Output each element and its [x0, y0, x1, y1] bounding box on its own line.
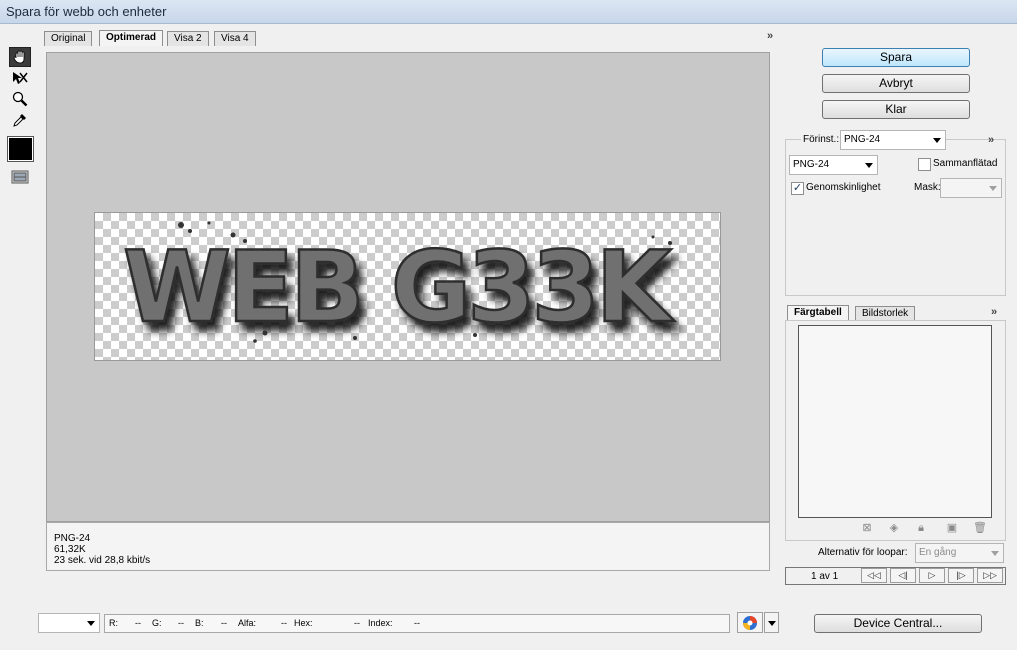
transparency-checkbox[interactable]: ✓ [791, 182, 804, 195]
save-button[interactable]: Spara [822, 48, 970, 67]
interlaced-label: Sammanflätad [933, 158, 998, 169]
tab-optimized[interactable]: Optimerad [99, 30, 164, 46]
r-value: -- [135, 618, 141, 628]
r-label: R: [109, 618, 118, 628]
preview-browser-button[interactable] [737, 612, 763, 633]
transparency-label: Genomskinlighet [806, 182, 881, 193]
preset-dropdown[interactable]: PNG-24 [840, 130, 946, 150]
slice-select-icon [13, 72, 28, 84]
optimize-menu-icon[interactable]: » [988, 134, 994, 146]
g-label: G: [152, 618, 162, 628]
zoom-icon [12, 91, 28, 107]
matte-dropdown[interactable] [940, 178, 1002, 198]
eyedropper-icon [13, 114, 26, 127]
map-transparent-icon[interactable]: ⊠ [861, 522, 873, 534]
chevron-down-icon [989, 186, 997, 191]
interlaced-checkbox[interactable] [918, 158, 931, 171]
chevron-down-icon [87, 621, 95, 626]
play-button[interactable]: ▷ [919, 568, 945, 583]
hand-tool[interactable] [9, 47, 31, 67]
hex-label: Hex: [294, 618, 313, 628]
eyedropper-tool[interactable] [9, 110, 31, 130]
slice-select-tool[interactable] [9, 68, 31, 88]
preset-value: PNG-24 [844, 134, 881, 145]
chevron-down-icon [865, 163, 873, 168]
title-bar: Spara för webb och enheter [0, 0, 1017, 24]
tab-4-up[interactable]: Visa 4 [214, 31, 256, 46]
index-value: -- [414, 618, 420, 628]
matte-label: Mask: [914, 182, 941, 193]
image-artwork: WEB G33K [122, 221, 680, 346]
image-text: WEB G33K [123, 231, 675, 345]
optimization-info: PNG-24 61,32K 23 sek. vid 28,8 kbit/s [46, 522, 770, 571]
color-readout: R: -- G: -- B: -- Alfa: -- Hex: -- Index… [104, 614, 730, 633]
zoom-tool[interactable] [9, 89, 31, 109]
device-central-button[interactable]: Device Central... [814, 614, 982, 633]
eyedropper-color-swatch[interactable] [7, 136, 34, 162]
loop-dropdown[interactable]: En gång [915, 543, 1004, 563]
color-table-menu-icon[interactable]: » [991, 306, 997, 318]
first-frame-button[interactable]: ◁◁ [861, 568, 887, 583]
b-value: -- [221, 618, 227, 628]
next-frame-button[interactable]: |▷ [948, 568, 974, 583]
last-frame-button[interactable]: ▷▷ [977, 568, 1003, 583]
format-dropdown[interactable]: PNG-24 [789, 155, 878, 175]
loop-value: En gång [919, 547, 957, 558]
chevron-down-icon [933, 138, 941, 143]
tab-color-table[interactable]: Färgtabell [787, 305, 849, 321]
b-label: B: [195, 618, 204, 628]
hand-icon [13, 50, 25, 64]
optimized-image[interactable]: WEB G33K [94, 212, 721, 361]
color-table[interactable] [798, 325, 992, 518]
chevron-down-icon [991, 551, 999, 556]
zoom-dropdown[interactable] [38, 613, 100, 633]
format-value: PNG-24 [793, 159, 830, 170]
info-format: PNG-24 [54, 533, 91, 544]
previous-frame-button[interactable]: ◁| [890, 568, 916, 583]
toggle-slices-icon [11, 170, 29, 184]
alpha-label: Alfa: [238, 618, 257, 628]
browser-menu-button[interactable] [764, 612, 779, 633]
browser-icon [743, 615, 757, 630]
tab-original-label: Original [51, 33, 86, 44]
loop-options-label: Alternativ för loopar: [818, 547, 908, 558]
index-label: Index: [368, 618, 393, 628]
new-color-icon[interactable]: ▣ [946, 522, 958, 534]
tab-original[interactable]: Original [44, 31, 93, 46]
tab-2-up[interactable]: Visa 2 [167, 31, 209, 46]
web-snap-icon[interactable]: ◈ [888, 522, 900, 534]
g-value: -- [178, 618, 184, 628]
frame-counter: 1 av 1 [811, 571, 839, 582]
tab-optimized-label: Optimerad [106, 32, 157, 43]
chevron-down-icon [768, 621, 776, 626]
hex-value: -- [354, 618, 360, 628]
lock-color-icon[interactable]: 🔒︎ [915, 522, 927, 534]
alpha-value: -- [281, 618, 287, 628]
done-button[interactable]: Klar [822, 100, 970, 119]
preset-label: Förinst.: [801, 134, 842, 145]
trash-icon[interactable]: 🗑︎ [973, 522, 987, 534]
tab-image-size-label: Bildstorlek [862, 308, 909, 319]
toggle-slices-button[interactable] [9, 167, 31, 187]
view-menu-icon[interactable]: » [767, 30, 773, 42]
cancel-button[interactable]: Avbryt [822, 74, 970, 93]
tab-image-size[interactable]: Bildstorlek [855, 306, 916, 321]
info-download-time: 23 sek. vid 28,8 kbit/s [54, 555, 151, 566]
tab-color-table-label: Färgtabell [794, 307, 842, 318]
window-title: Spara för webb och enheter [6, 4, 167, 19]
tab-2-up-label: Visa 2 [174, 33, 202, 44]
info-size: 61,32K [54, 544, 86, 555]
tab-4-up-label: Visa 4 [221, 33, 249, 44]
